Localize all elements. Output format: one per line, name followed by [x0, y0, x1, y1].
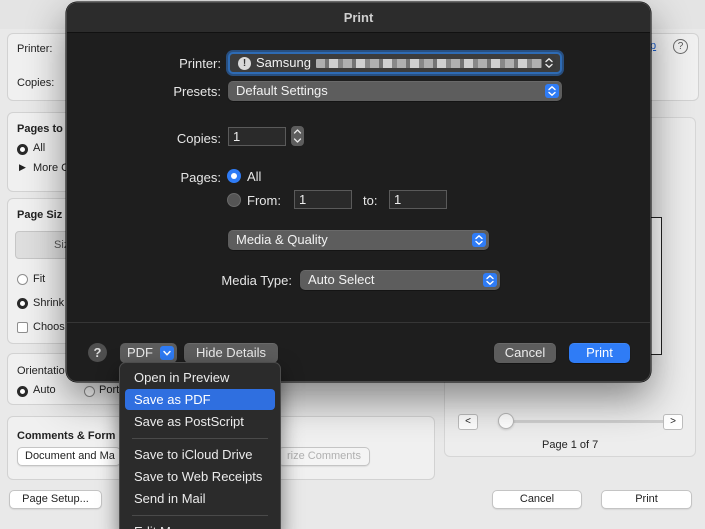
background-pages-header: Pages to [17, 123, 63, 135]
sheet-divider [67, 322, 650, 323]
background-choose-checkbox[interactable] [17, 322, 28, 333]
background-summarize-label: rize Comments [287, 450, 361, 462]
background-page-size-header: Page Siz [17, 209, 63, 221]
copies-stepper[interactable] [291, 126, 304, 146]
pages-label: Pages: [180, 170, 221, 185]
background-printer-label: Printer: [17, 43, 53, 55]
copies-field[interactable]: 1 [228, 127, 286, 146]
printer-name-redacted [316, 59, 542, 68]
print-button[interactable]: Print [569, 343, 630, 363]
chevron-updown-icon [542, 56, 556, 70]
print-sheet-title: Print [343, 10, 374, 25]
background-pages-all-radio[interactable] [17, 144, 28, 155]
background-fit-label: Fit [33, 273, 46, 285]
background-choose-label: Choos [33, 321, 65, 333]
menu-item-open-in-preview[interactable]: Open in Preview [125, 367, 275, 388]
media-type-value: Auto Select [308, 272, 375, 287]
pages-to-label: to: [363, 193, 378, 208]
background-print-label: Print [635, 493, 658, 505]
background-prev-label: < [465, 416, 471, 427]
printer-name: Samsung [256, 55, 311, 70]
pages-all-radio[interactable] [227, 169, 241, 183]
background-print-button[interactable]: Print [601, 490, 692, 509]
cancel-label: Cancel [504, 345, 546, 360]
background-comments-popup-label: Document and Ma [25, 450, 115, 462]
background-page-slider-track[interactable] [500, 420, 672, 423]
panel-value: Media & Quality [236, 232, 328, 247]
background-summarize-button[interactable]: rize Comments [278, 447, 370, 466]
background-fit-radio[interactable] [17, 274, 28, 285]
presets-value: Default Settings [236, 83, 328, 98]
pages-range-radio[interactable] [227, 193, 241, 207]
pages-to-field[interactable]: 1 [389, 190, 447, 209]
background-orientation-auto-radio[interactable] [17, 386, 28, 397]
background-next-label: > [670, 416, 676, 427]
print-sheet-titlebar: Print [67, 3, 650, 33]
pages-to-value: 1 [394, 192, 402, 207]
background-shrink-label: Shrink [33, 297, 65, 309]
chevron-updown-icon [545, 84, 559, 98]
menu-item-save-as-pdf[interactable]: Save as PDF [125, 389, 275, 410]
cancel-button[interactable]: Cancel [494, 343, 556, 363]
background-orientation-portrait-radio[interactable] [84, 386, 95, 397]
menu-item-save-to-icloud-drive[interactable]: Save to iCloud Drive [125, 444, 275, 465]
stepper-arrows-icon [293, 129, 302, 143]
background-cancel-button[interactable]: Cancel [492, 490, 582, 509]
presets-label: Presets: [173, 84, 221, 99]
background-page-setup-button[interactable]: Page Setup... [9, 490, 102, 509]
chevron-updown-icon [483, 273, 497, 287]
background-cancel-label: Cancel [519, 493, 555, 505]
background-comments-header: Comments & Form [17, 430, 116, 442]
printer-warning-icon: ! [238, 56, 251, 70]
background-pages-more-label[interactable]: More C [33, 162, 69, 174]
background-page-setup-label: Page Setup... [22, 493, 89, 505]
background-orientation-portrait-label: Port [99, 384, 120, 396]
menu-item-save-as-postscript[interactable]: Save as PostScript [125, 411, 275, 432]
pages-from-field[interactable]: 1 [294, 190, 352, 209]
pages-from-label: From: [247, 193, 281, 208]
presets-popup[interactable]: Default Settings [228, 81, 562, 101]
background-prev-page-button[interactable]: < [458, 414, 478, 430]
background-comments-popup[interactable]: Document and Ma [17, 447, 121, 466]
chevron-updown-icon [472, 233, 486, 247]
background-next-page-button[interactable]: > [663, 414, 683, 430]
hide-details-button[interactable]: Hide Details [184, 343, 278, 363]
hide-details-label: Hide Details [195, 345, 267, 360]
disclosure-triangle-icon[interactable]: ▶ [19, 162, 26, 173]
background-shrink-radio[interactable] [17, 298, 28, 309]
menu-item-edit-menu[interactable]: Edit M [125, 521, 275, 529]
pdf-menu-button[interactable]: PDF [120, 343, 177, 363]
copies-value: 1 [233, 129, 241, 144]
menu-item-save-to-web-receipts[interactable]: Save to Web Receipts [125, 466, 275, 487]
menu-separator [132, 515, 268, 516]
menu-separator [132, 438, 268, 439]
printer-popup[interactable]: ! Samsung [228, 52, 562, 74]
print-label: Print [586, 345, 613, 360]
background-orientation-auto-label: Auto [33, 384, 56, 396]
pages-from-value: 1 [299, 192, 307, 207]
background-page-indicator: Page 1 of 7 [542, 439, 599, 451]
copies-label: Copies: [176, 131, 221, 146]
media-type-label: Media Type: [221, 273, 292, 288]
background-page-slider-knob[interactable] [498, 413, 514, 429]
background-copies-label: Copies: [17, 77, 55, 89]
pdf-dropdown-menu: Open in Preview Save as PDF Save as Post… [119, 362, 281, 529]
pdf-label: PDF [127, 345, 153, 360]
help-button[interactable]: ? [88, 343, 107, 362]
background-help-icon[interactable]: ? [673, 39, 688, 54]
background-pages-all-label: All [33, 142, 46, 154]
media-type-popup[interactable]: Auto Select [300, 270, 500, 290]
background-orientation-label: Orientatio [17, 365, 65, 377]
print-sheet: Print Printer: ! Samsung Presets: Defaul… [66, 2, 651, 382]
chevron-down-icon [160, 346, 174, 360]
menu-item-send-in-mail[interactable]: Send in Mail [125, 488, 275, 509]
pages-all-label: All [247, 169, 262, 184]
panel-popup[interactable]: Media & Quality [228, 230, 489, 250]
printer-label: Printer: [179, 56, 221, 71]
